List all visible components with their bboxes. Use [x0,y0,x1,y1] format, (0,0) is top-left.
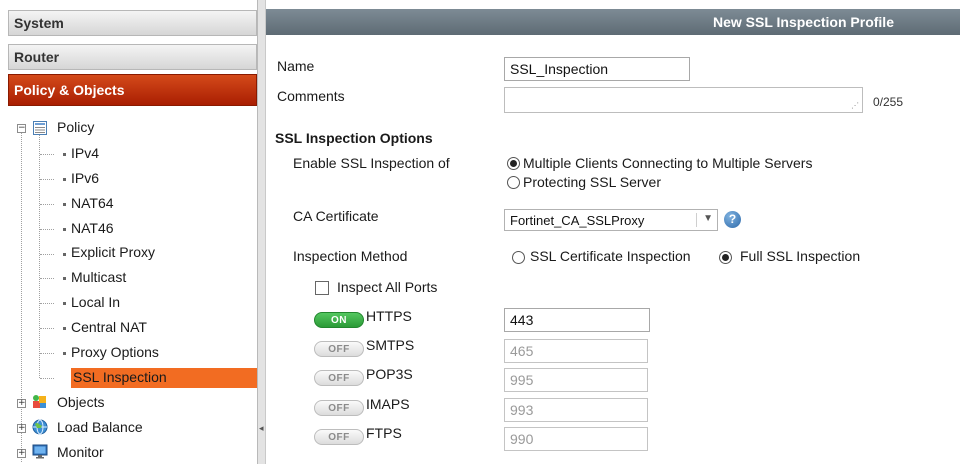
tree-policy-label[interactable]: Policy [57,119,94,135]
nav-system[interactable]: System [8,10,257,36]
leaf-bullet [66,377,69,380]
radio-protecting-ssl-server[interactable] [507,176,520,189]
tree-item-explicit-proxy[interactable]: Explicit Proxy [71,244,155,260]
leaf-bullet [63,327,66,330]
page-title: New SSL Inspection Profile [712,14,894,30]
leaf-bullet [63,178,66,181]
section-title: SSL Inspection Options [275,130,433,146]
tree-item-proxy-options[interactable]: Proxy Options [71,344,159,360]
tree-branch [40,229,54,230]
dialog-title-bar: New SSL Inspection Profile [266,9,960,35]
option-multiple-clients-label[interactable]: Multiple Clients Connecting to Multiple … [523,155,812,171]
chevron-down-icon[interactable]: ▼ [703,213,713,224]
objects-expander[interactable]: + [17,399,26,408]
load-balance-expander[interactable]: + [17,424,26,433]
tree-monitor-label[interactable]: Monitor [57,444,104,460]
tree-branch [40,179,54,180]
monitor-icon [32,444,48,459]
imaps-toggle[interactable]: OFF [314,400,364,416]
tree-item-multicast[interactable]: Multicast [71,269,126,285]
https-port-input[interactable]: 443 [504,308,650,332]
leaf-bullet [63,153,66,156]
comments-label: Comments [277,88,345,104]
resize-grip-icon[interactable]: ⋰ [851,101,859,110]
pop3s-port-input[interactable]: 995 [504,368,648,392]
leaf-bullet [63,203,66,206]
tree-branch [40,204,54,205]
imaps-label: IMAPS [366,396,410,412]
enable-ssl-inspection-label: Enable SSL Inspection of [293,155,450,171]
ca-certificate-value: Fortinet_CA_SSLProxy [510,213,645,228]
option-ssl-certificate-inspection-label[interactable]: SSL Certificate Inspection [530,248,691,264]
ftps-toggle[interactable]: OFF [314,429,364,445]
https-label: HTTPS [366,308,412,324]
radio-ssl-certificate-inspection[interactable] [512,251,525,264]
leaf-bullet [63,277,66,280]
pop3s-label: POP3S [366,366,413,382]
tree-branch [40,254,54,255]
tree-branch [40,278,54,279]
leaf-bullet [63,302,66,305]
ca-certificate-label: CA Certificate [293,208,379,224]
tree-objects-label[interactable]: Objects [57,394,104,410]
tree-branch [40,328,54,329]
nav-policy-objects-label: Policy & Objects [14,82,125,98]
inspect-all-ports-label[interactable]: Inspect All Ports [337,279,437,295]
panel-splitter[interactable]: ◂ [258,0,266,464]
tree-item-ssl-inspection[interactable]: SSL Inspection [73,369,167,385]
monitor-expander[interactable]: + [17,449,26,458]
https-toggle[interactable]: ON [314,312,364,328]
main-panel: New SSL Inspection Profile Name SSL_Insp… [266,0,960,464]
name-label: Name [277,58,315,74]
pop3s-toggle[interactable]: OFF [314,370,364,386]
option-full-ssl-inspection-label[interactable]: Full SSL Inspection [740,248,860,264]
tree-item-ipv4[interactable]: IPv4 [71,145,99,161]
tree-branch [40,353,54,354]
help-question-icon[interactable]: ? [724,211,741,228]
sidebar: System Router Policy & Objects − Policy … [0,0,258,464]
list-document-icon [33,121,47,135]
leaf-bullet [63,253,66,256]
tree-branch [40,154,54,155]
nav-router-label: Router [14,49,60,65]
imaps-port-input[interactable]: 993 [504,398,648,422]
option-protecting-ssl-server-label[interactable]: Protecting SSL Server [523,174,661,190]
name-input[interactable]: SSL_Inspection [504,57,690,81]
smtps-label: SMTPS [366,337,415,353]
tree-branch [40,303,54,304]
leaf-bullet [63,352,66,355]
inspect-all-ports-checkbox[interactable] [315,281,329,295]
navigation-tree: − Policy IPv4 IPv6 NAT64 NAT46 Explicit … [8,112,257,464]
nav-system-label: System [14,15,64,31]
tree-item-local-in[interactable]: Local In [71,294,120,310]
ca-certificate-select[interactable]: Fortinet_CA_SSLProxy ▼ [504,209,718,231]
nav-policy-objects[interactable]: Policy & Objects [8,74,257,106]
comments-character-counter: 0/255 [873,95,904,109]
tree-item-ipv6[interactable]: IPv6 [71,170,99,186]
tree-item-nat64[interactable]: NAT64 [71,195,114,211]
leaf-bullet [63,228,66,231]
radio-full-ssl-inspection[interactable] [719,251,732,264]
collapse-arrow-icon[interactable]: ◂ [259,424,265,434]
select-separator [696,213,697,227]
tree-item-central-nat[interactable]: Central NAT [71,319,147,335]
radio-multiple-clients[interactable] [507,157,520,170]
tree-connector [21,132,22,462]
smtps-toggle[interactable]: OFF [314,341,364,357]
nav-router[interactable]: Router [8,44,257,70]
inspection-method-label: Inspection Method [293,248,408,264]
tree-load-balance-label[interactable]: Load Balance [57,419,143,435]
policy-expander[interactable]: − [17,124,26,133]
smtps-port-input[interactable]: 465 [504,339,648,363]
tree-item-nat46[interactable]: NAT46 [71,220,114,236]
ftps-port-input[interactable]: 990 [504,427,648,451]
colored-objects-icon [33,395,46,408]
tree-branch [40,378,54,379]
ftps-label: FTPS [366,425,402,441]
globe-icon [32,419,48,435]
comments-textarea[interactable]: ⋰ [504,87,863,113]
tree-connector [39,134,40,378]
